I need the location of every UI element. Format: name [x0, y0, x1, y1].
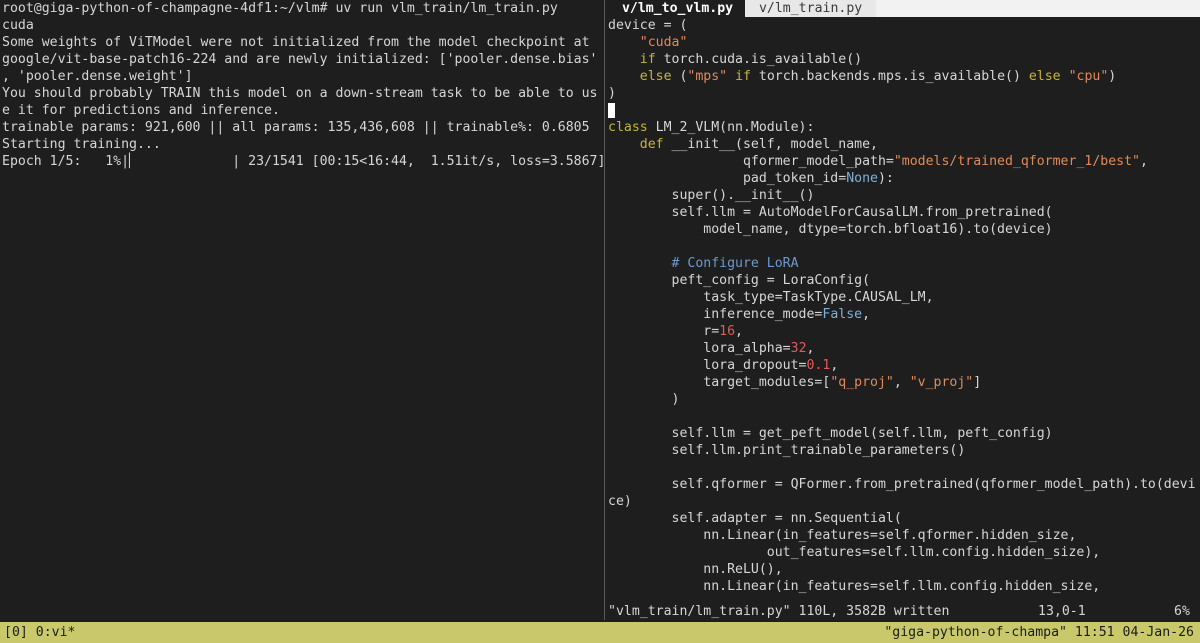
terminal-output: root@giga-python-of-champagne-4df1:~/vlm…	[0, 0, 604, 170]
code-line: self.llm = get_peft_model(self.llm, peft…	[608, 426, 1053, 441]
code-line: )	[608, 392, 680, 407]
code-line: qformer_model_path="models/trained_qform…	[608, 154, 1148, 169]
terminal-line: You should probably TRAIN this model on …	[2, 86, 598, 101]
code-line: peft_config = LoraConfig(	[608, 273, 871, 288]
code-line: )	[608, 86, 616, 101]
terminal-line: trainable params: 921,600 || all params:…	[2, 120, 590, 135]
code-line: self.adapter = nn.Sequential(	[608, 511, 902, 526]
terminal-line: Starting training...	[2, 137, 161, 152]
terminal-line: google/vit-base-patch16-224 and are newl…	[2, 52, 598, 67]
code-line: self.qformer = QFormer.from_pretrained(q…	[608, 477, 1196, 492]
code-line	[606, 102, 1200, 119]
code-line: nn.Linear(in_features=self.llm.config.hi…	[608, 579, 1101, 594]
code-line: else ("mps" if torch.backends.mps.is_ava…	[639, 69, 1117, 84]
code-line: "cuda"	[639, 35, 688, 50]
code-buffer[interactable]: device = ( "cuda" if torch.cuda.is_avail…	[606, 17, 1200, 595]
terminal-line: Epoch 1/5: 1%|▏ | 23/1541 [00:15<16:44, …	[2, 154, 604, 169]
code-line: class LM_2_VLM(nn.Module):	[608, 120, 815, 135]
code-line: device = (	[608, 18, 688, 33]
tab-bar-fill	[876, 0, 1200, 17]
code-line: if torch.cuda.is_available()	[639, 52, 863, 67]
code-line: def __init__(self, model_name,	[639, 137, 878, 152]
code-line: target_modules=["q_proj", "v_proj"]	[608, 375, 982, 390]
code-line: inference_mode=False,	[608, 307, 871, 322]
code-line: nn.Linear(in_features=self.qformer.hidde…	[608, 528, 1077, 543]
text-cursor	[608, 102, 615, 118]
editor-status-line: "vlm_train/lm_train.py" 110L, 3582B writ…	[608, 603, 1198, 620]
code-line: # Configure LoRA	[608, 256, 799, 271]
code-line: self.llm.print_trainable_parameters()	[608, 443, 966, 458]
cursor-position: 13,0-1	[1038, 604, 1086, 619]
terminal-pane[interactable]: root@giga-python-of-champagne-4df1:~/vlm…	[0, 0, 604, 620]
tmux-session-info: "giga-python-of-champa" 11:51 04-Jan-26	[884, 625, 1194, 640]
code-line: task_type=TaskType.CAUSAL_LM,	[608, 290, 934, 305]
editor-tab-bar: v/lm_to_vlm.py v/lm_train.py	[606, 0, 1200, 17]
pane-divider[interactable]	[604, 0, 605, 620]
code-line: model_name, dtype=torch.bfloat16).to(dev…	[608, 222, 1053, 237]
code-line: lora_alpha=32,	[608, 341, 815, 356]
code-line: out_features=self.llm.config.hidden_size…	[608, 545, 1101, 560]
tab-lm-train[interactable]: v/lm_train.py	[745, 0, 877, 17]
editor-pane[interactable]: v/lm_to_vlm.py v/lm_train.py device = ( …	[606, 0, 1200, 620]
code-line: super().__init__()	[608, 188, 815, 203]
scroll-percent: 6%	[1174, 604, 1190, 619]
terminal-line: cuda	[2, 18, 34, 33]
code-line: pad_token_id=None):	[608, 171, 894, 186]
tmux-window-list[interactable]: [0] 0:vi*	[4, 622, 75, 643]
tmux-status-bar: [0] 0:vi* "giga-python-of-champa" 11:51 …	[0, 622, 1200, 643]
tab-lm-to-vlm[interactable]: v/lm_to_vlm.py	[606, 0, 746, 17]
terminal-line: root@giga-python-of-champagne-4df1:~/vlm…	[2, 1, 558, 16]
code-line: lora_dropout=0.1,	[608, 358, 839, 373]
code-line: self.llm = AutoModelForCausalLM.from_pre…	[608, 205, 1053, 220]
terminal-line: e it for predictions and inference.	[2, 103, 280, 118]
code-line: nn.ReLU(),	[608, 562, 783, 577]
terminal-line: Some weights of ViTModel were not initia…	[2, 35, 590, 50]
terminal-line: , 'pooler.dense.weight']	[2, 69, 193, 84]
code-line: r=16,	[608, 324, 743, 339]
code-line: ce)	[608, 494, 632, 509]
status-message: "vlm_train/lm_train.py" 110L, 3582B writ…	[608, 604, 950, 619]
